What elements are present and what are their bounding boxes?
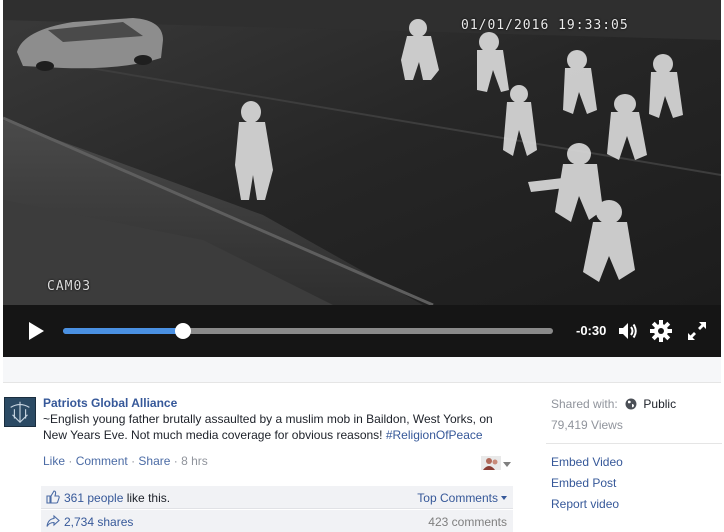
volume-icon[interactable]	[616, 319, 640, 343]
thumbs-up-icon	[46, 490, 60, 504]
settings-gear-icon[interactable]	[649, 319, 673, 343]
video-frame[interactable]	[3, 0, 721, 305]
post-text: ~English young father brutally assaulted…	[43, 411, 518, 443]
page-avatar[interactable]	[4, 397, 36, 427]
player-bottom-band	[3, 357, 721, 383]
comment-link[interactable]: Comment	[76, 454, 128, 468]
shared-with-label: Shared with:	[551, 397, 618, 411]
audience-label[interactable]: Public	[643, 397, 676, 411]
progress-fill	[63, 328, 184, 334]
action-separator: ·	[173, 454, 178, 468]
sidebar-divider	[546, 443, 722, 444]
share-link[interactable]: Share	[138, 454, 170, 468]
top-comments-dropdown[interactable]: Top Comments	[417, 491, 507, 505]
video-timestamp-overlay: 01/01/2016 19:33:05	[461, 18, 629, 33]
likes-text: 361 people like this.	[64, 491, 170, 505]
views-count: 79,419 Views	[551, 418, 623, 432]
likes-count-link[interactable]: 361 people	[64, 491, 123, 505]
comments-count-link[interactable]: 423 comments	[428, 515, 507, 529]
hashtag-link[interactable]: #ReligionOfPeace	[386, 428, 483, 442]
page-name-link[interactable]: Patriots Global Alliance	[43, 396, 177, 410]
embed-video-link[interactable]: Embed Video	[551, 455, 623, 469]
action-separator: ·	[131, 454, 136, 468]
video-controls-bar: -0:30	[3, 305, 721, 357]
progress-scrubber[interactable]	[175, 323, 192, 339]
globe-icon	[625, 398, 637, 410]
shared-with-row: Shared with: Public	[551, 397, 676, 411]
play-icon[interactable]	[23, 319, 47, 343]
likes-summary-bar: 361 people like this. Top Comments	[41, 486, 513, 509]
progress-track[interactable]	[63, 323, 553, 339]
likes-suffix: like this.	[123, 491, 171, 505]
post-actions: Like · Comment · Share · 8 hrs	[43, 454, 208, 468]
camera-label-overlay: CAM03	[47, 279, 92, 294]
action-separator: ·	[68, 454, 73, 468]
chevron-down-icon[interactable]	[503, 462, 511, 467]
fullscreen-icon[interactable]	[685, 319, 709, 343]
shares-count-link[interactable]: 2,734 shares	[64, 515, 133, 529]
caret-down-icon	[501, 496, 507, 500]
top-comments-label: Top Comments	[417, 491, 498, 505]
shares-summary-bar: 2,734 shares 423 comments	[41, 510, 513, 532]
embed-post-link[interactable]: Embed Post	[551, 476, 616, 490]
video-player[interactable]: 01/01/2016 19:33:05 CAM03 -0:30	[3, 0, 721, 357]
share-arrow-icon	[46, 514, 60, 527]
report-video-link[interactable]: Report video	[551, 497, 619, 511]
privacy-friends-icon[interactable]	[481, 456, 501, 470]
post-timestamp[interactable]: 8 hrs	[181, 454, 208, 468]
like-link[interactable]: Like	[43, 454, 65, 468]
remaining-time: -0:30	[576, 323, 607, 338]
